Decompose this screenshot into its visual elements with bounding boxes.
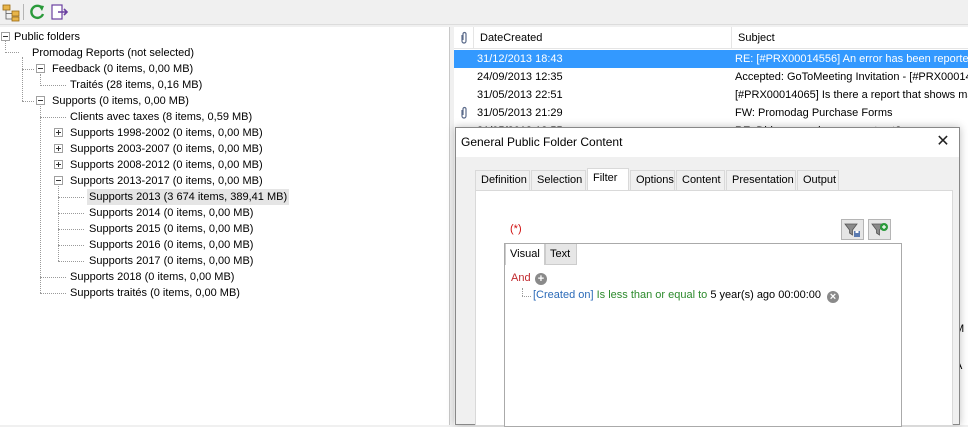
tree-node-supports-2013[interactable]: Supports 2013 (3 674 items, 389,41 MB) bbox=[87, 189, 290, 205]
message-row[interactable]: 24/09/2013 12:35 Accepted: GoToMeeting I… bbox=[454, 68, 968, 86]
subject-column-header[interactable]: Subject bbox=[733, 27, 968, 49]
tree-node-promodag-reports[interactable]: Promodag Reports (not selected) bbox=[30, 45, 196, 61]
tree-node-supports-2013-2017[interactable]: Supports 2013-2017 (0 items, 0,00 MB) bbox=[68, 173, 265, 189]
message-date: 24/09/2013 12:35 bbox=[477, 71, 563, 83]
dialog-title-bar: General Public Folder Content ✕ bbox=[456, 128, 959, 157]
message-list-header: DateCreated Subject bbox=[454, 27, 968, 49]
message-subject: Accepted: GoToMeeting Invitation - [#PRX… bbox=[735, 71, 968, 83]
paperclip-icon bbox=[461, 106, 467, 119]
message-subject: [#PRX00014065] Is there a report that sh… bbox=[735, 89, 968, 101]
filter-tab-panel: (*) Visual Text And + [Created on] Is le… bbox=[475, 190, 953, 427]
tree-connector bbox=[5, 52, 19, 53]
collapse-icon[interactable] bbox=[36, 96, 45, 105]
inner-tab-visual[interactable]: Visual bbox=[505, 244, 545, 265]
message-row[interactable]: 31/12/2013 18:43 RE: [#PRX00014556] An e… bbox=[454, 50, 968, 68]
tree-connector bbox=[40, 277, 66, 278]
date-column-header[interactable]: DateCreated bbox=[475, 27, 732, 49]
tree-connector bbox=[40, 106, 41, 293]
message-subject: RE: [#PRX00014556] An error has been rep… bbox=[735, 53, 968, 65]
condition-connector bbox=[522, 288, 523, 296]
tree-connector bbox=[5, 40, 6, 50]
tree-node-supports-1998-2002[interactable]: Supports 1998-2002 (0 items, 0,00 MB) bbox=[68, 125, 265, 141]
refresh-icon[interactable] bbox=[27, 2, 47, 22]
toolbar-separator bbox=[23, 4, 24, 20]
message-date: 31/05/2013 22:51 bbox=[477, 89, 563, 101]
collapse-icon[interactable] bbox=[1, 32, 10, 41]
tab-content[interactable]: Content bbox=[676, 170, 725, 190]
tree-node-supports-2014[interactable]: Supports 2014 (0 items, 0,00 MB) bbox=[87, 205, 255, 221]
tree-node-supports-2015[interactable]: Supports 2015 (0 items, 0,00 MB) bbox=[87, 221, 255, 237]
tree-connector bbox=[22, 69, 34, 70]
filter-load-icon bbox=[871, 223, 888, 236]
tab-selection[interactable]: Selection bbox=[531, 170, 586, 190]
save-filter-button[interactable] bbox=[841, 219, 864, 240]
message-date: 31/12/2013 18:43 bbox=[477, 53, 563, 65]
tree-connector bbox=[58, 197, 84, 198]
folder-tree: Public folders Promodag Reports (not sel… bbox=[0, 27, 450, 425]
message-row[interactable]: 31/05/2013 22:51 [#PRX00014065] Is there… bbox=[454, 86, 968, 104]
condition-field[interactable]: [Created on] bbox=[533, 289, 594, 301]
tree-node-supports-2017[interactable]: Supports 2017 (0 items, 0,00 MB) bbox=[87, 253, 255, 269]
dialog-title: General Public Folder Content bbox=[461, 135, 623, 149]
tree-connector bbox=[58, 261, 84, 262]
general-public-folder-content-dialog: General Public Folder Content ✕ Definiti… bbox=[455, 127, 960, 427]
attachment-column-header[interactable] bbox=[454, 27, 474, 49]
tree-node-supports-2018[interactable]: Supports 2018 (0 items, 0,00 MB) bbox=[68, 269, 236, 285]
tree-connector bbox=[40, 293, 66, 294]
condition-value[interactable]: 5 year(s) ago 00:00:00 bbox=[710, 289, 821, 301]
tree-node-supports-2008-2012[interactable]: Supports 2008-2012 (0 items, 0,00 MB) bbox=[68, 157, 265, 173]
expand-icon[interactable] bbox=[54, 128, 63, 137]
close-icon[interactable]: ✕ bbox=[933, 132, 953, 152]
tab-options[interactable]: Options bbox=[630, 170, 675, 190]
tree-node-clients-avec-taxes[interactable]: Clients avec taxes (8 items, 0,59 MB) bbox=[68, 109, 254, 125]
tree-node-traites[interactable]: Traités (28 items, 0,16 MB) bbox=[68, 77, 204, 93]
tree-connector bbox=[22, 57, 23, 101]
tab-output[interactable]: Output bbox=[797, 170, 839, 190]
message-subject: FW: Promodag Purchase Forms bbox=[735, 107, 893, 119]
filter-editor: Visual Text And + [Created on] Is less t… bbox=[504, 243, 902, 427]
filter-save-icon bbox=[844, 223, 860, 237]
tab-definition[interactable]: Definition bbox=[475, 170, 530, 190]
toolbar bbox=[0, 0, 968, 25]
message-row[interactable]: 31/05/2013 21:29 FW: Promodag Purchase F… bbox=[454, 104, 968, 122]
tree-node-supports-2016[interactable]: Supports 2016 (0 items, 0,00 MB) bbox=[87, 237, 255, 253]
remove-condition-icon[interactable]: × bbox=[827, 291, 839, 303]
tree-connector bbox=[58, 229, 84, 230]
paperclip-icon bbox=[461, 31, 467, 44]
condition-operator[interactable]: Is less than or equal to bbox=[597, 289, 708, 301]
tree-connector bbox=[58, 245, 84, 246]
load-filter-button[interactable] bbox=[868, 219, 891, 240]
tree-connector bbox=[40, 117, 66, 118]
collapse-icon[interactable] bbox=[54, 176, 63, 185]
tree-node-public-folders[interactable]: Public folders bbox=[12, 29, 82, 45]
folder-tree-icon[interactable] bbox=[2, 2, 22, 22]
tree-node-supports-2003-2007[interactable]: Supports 2003-2007 (0 items, 0,00 MB) bbox=[68, 141, 265, 157]
condition-row: [Created on] Is less than or equal to 5 … bbox=[533, 289, 821, 301]
add-condition-icon[interactable]: + bbox=[535, 273, 547, 285]
message-date: 31/05/2013 21:29 bbox=[477, 107, 563, 119]
tree-node-feedback[interactable]: Feedback (0 items, 0,00 MB) bbox=[50, 61, 195, 77]
tree-connector bbox=[58, 213, 84, 214]
tree-node-supports-traites[interactable]: Supports traités (0 items, 0,00 MB) bbox=[68, 285, 242, 301]
tree-connector bbox=[40, 85, 66, 86]
collapse-icon[interactable] bbox=[36, 64, 45, 73]
required-marker: (*) bbox=[510, 223, 522, 235]
inner-tab-text[interactable]: Text bbox=[545, 244, 577, 265]
condition-connector bbox=[522, 296, 531, 297]
tree-node-supports[interactable]: Supports (0 items, 0,00 MB) bbox=[50, 93, 191, 109]
tab-presentation[interactable]: Presentation bbox=[726, 170, 796, 190]
tree-connector bbox=[22, 101, 34, 102]
expand-icon[interactable] bbox=[54, 160, 63, 169]
tab-filter[interactable]: Filter bbox=[587, 168, 629, 191]
expand-icon[interactable] bbox=[54, 144, 63, 153]
logic-operator[interactable]: And bbox=[511, 272, 531, 284]
export-icon[interactable] bbox=[50, 2, 70, 22]
